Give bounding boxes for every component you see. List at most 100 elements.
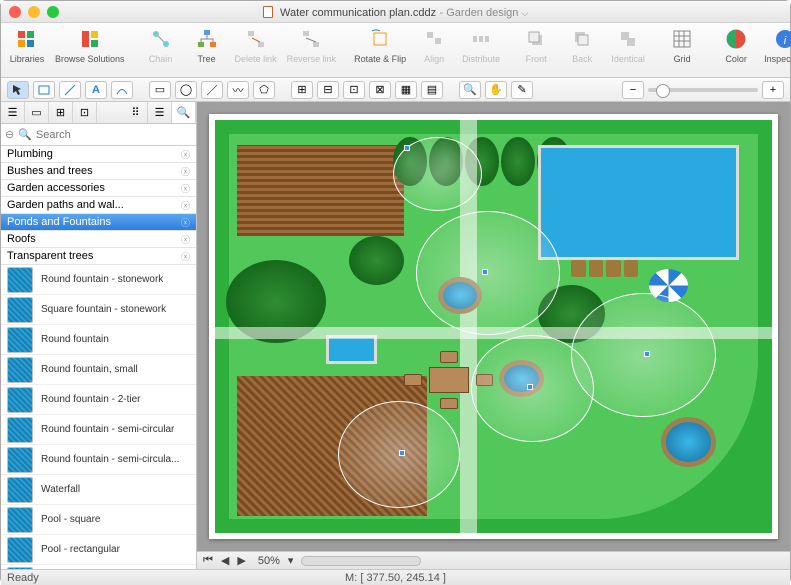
rotate-flip-button[interactable]: Rotate & Flip (354, 26, 406, 64)
shape-ellipse-tool[interactable]: ◯ (175, 81, 197, 99)
zoom-in-button[interactable]: + (762, 81, 784, 99)
category-roofs[interactable]: Roofsⓧ (1, 231, 196, 248)
library-item[interactable]: Pool - rectangular (1, 535, 196, 565)
category-close-icon[interactable]: ⓧ (181, 216, 190, 229)
text-tool[interactable]: A (85, 81, 107, 99)
category-close-icon[interactable]: ⓧ (181, 199, 190, 212)
delete-link-icon (243, 26, 269, 52)
pan-tool[interactable]: ✋ (485, 81, 507, 99)
browse-solutions-button[interactable]: Browse Solutions (55, 26, 125, 64)
library-item[interactable]: Round fountain - stonework (1, 265, 196, 295)
zoom-label[interactable]: 50% (258, 555, 280, 567)
delete-link-button[interactable]: Delete link (235, 26, 277, 64)
zoom-out-button[interactable]: − (622, 81, 644, 99)
library-thumb (7, 297, 33, 323)
library-item[interactable]: Waterfall (1, 475, 196, 505)
library-item-label: Round fountain (41, 334, 109, 345)
snap-tool-2[interactable]: ⊟ (317, 81, 339, 99)
shape-rect-tool[interactable]: ▭ (149, 81, 171, 99)
category-transparent-trees[interactable]: Transparent treesⓧ (1, 248, 196, 265)
library-item-label: Waterfall (41, 484, 80, 495)
library-item[interactable]: Round fountain, small (1, 355, 196, 385)
zoom-in-tool[interactable]: 🔍 (459, 81, 481, 99)
document-icon (263, 6, 273, 18)
library-item[interactable]: Round fountain (1, 325, 196, 355)
snap-tool-1[interactable]: ⊞ (291, 81, 313, 99)
back-icon (569, 26, 595, 52)
library-item[interactable]: Round fountain - semi-circula... (1, 445, 196, 475)
titlebar: Water communication plan.cddz - Garden d… (1, 1, 790, 23)
sidebar-tab-3[interactable]: ⊞ (49, 102, 73, 123)
search-icon: 🔍 (18, 128, 32, 141)
inspectors-button[interactable]: iInspectors (764, 26, 791, 64)
category-close-icon[interactable]: ⓧ (181, 148, 190, 161)
distribute-button[interactable]: Distribute (462, 26, 500, 64)
front-button[interactable]: Front (518, 26, 554, 64)
sidebar-tab-grid[interactable]: ⠿ (124, 102, 148, 123)
main-area: ☰ ▭ ⊞ ⊡ ⠿ ☰ 🔍 ⊖ 🔍 PlumbingⓧBushes and tr… (1, 102, 790, 569)
library-item[interactable]: Round fountain - semi-circular (1, 415, 196, 445)
drawing-canvas[interactable] (209, 114, 778, 539)
category-close-icon[interactable]: ⓧ (181, 250, 190, 263)
info-icon: i (772, 26, 791, 52)
eyedropper-tool[interactable]: ✎ (511, 81, 533, 99)
shape-line-tool[interactable]: ／ (201, 81, 223, 99)
chain-button[interactable]: Chain (143, 26, 179, 64)
sidebar-tabs: ☰ ▭ ⊞ ⊡ ⠿ ☰ 🔍 (1, 102, 196, 124)
collapse-icon[interactable]: ⊖ (5, 128, 14, 141)
category-close-icon[interactable]: ⓧ (181, 165, 190, 178)
zoom-dropdown-icon[interactable]: ▾ (288, 554, 294, 567)
status-bar: Ready M: [ 377.50, 245.14 ] (1, 569, 790, 585)
tree-button[interactable]: Tree (189, 26, 225, 64)
page-nav-first[interactable]: ⏮ (203, 554, 213, 567)
reverse-link-button[interactable]: Reverse link (287, 26, 337, 64)
snap-tool-3[interactable]: ⊡ (343, 81, 365, 99)
shape-poly-tool[interactable]: ⬠ (253, 81, 275, 99)
sidebar-tab-2[interactable]: ▭ (25, 102, 49, 123)
library-item[interactable]: Round fountain - 2-tier (1, 385, 196, 415)
libraries-button[interactable]: Libraries (9, 26, 45, 64)
category-close-icon[interactable]: ⓧ (181, 233, 190, 246)
category-garden-accessories[interactable]: Garden accessoriesⓧ (1, 180, 196, 197)
identical-button[interactable]: Identical (610, 26, 646, 64)
rect-tool[interactable] (33, 81, 55, 99)
sidebar-tab-4[interactable]: ⊡ (73, 102, 97, 123)
library-item[interactable]: Pool - square (1, 505, 196, 535)
snap-tool-4[interactable]: ⊠ (369, 81, 391, 99)
pointer-tool[interactable] (7, 81, 29, 99)
library-item[interactable]: Square fountain - stonework (1, 295, 196, 325)
chain-icon (148, 26, 174, 52)
sidebar-tab-list[interactable]: ☰ (148, 102, 172, 123)
category-garden-paths-and-wal-[interactable]: Garden paths and wal...ⓧ (1, 197, 196, 214)
sidebar-tab-1[interactable]: ☰ (1, 102, 25, 123)
library-thumb (7, 447, 33, 473)
snap-tool-6[interactable]: ▤ (421, 81, 443, 99)
sidebar-tab-search[interactable]: 🔍 (172, 102, 196, 123)
category-plumbing[interactable]: Plumbingⓧ (1, 146, 196, 163)
horizontal-scrollbar[interactable] (301, 556, 421, 566)
snap-tool-5[interactable]: ▦ (395, 81, 417, 99)
page-nav-next[interactable]: ▶ (237, 554, 245, 567)
page-nav-prev[interactable]: ◀ (221, 554, 229, 567)
connector-tool[interactable] (111, 81, 133, 99)
category-ponds-and-fountains[interactable]: Ponds and Fountainsⓧ (1, 214, 196, 231)
zoom-slider[interactable] (648, 88, 758, 92)
zoom-window-button[interactable] (47, 6, 59, 18)
back-button[interactable]: Back (564, 26, 600, 64)
library-list[interactable]: Round fountain - stoneworkSquare fountai… (1, 265, 196, 569)
identical-icon (615, 26, 641, 52)
search-input[interactable] (36, 129, 192, 141)
filename-label: Water communication plan.cddz (280, 7, 436, 19)
category-close-icon[interactable]: ⓧ (181, 182, 190, 195)
align-button[interactable]: Align (416, 26, 452, 64)
minimize-window-button[interactable] (28, 6, 40, 18)
close-window-button[interactable] (9, 6, 21, 18)
shape-curve-tool[interactable]: 〰 (227, 81, 249, 99)
color-button[interactable]: Color (718, 26, 754, 64)
main-toolbar: Libraries Browse Solutions Chain Tree De… (1, 23, 790, 78)
library-item-label: Round fountain - semi-circula... (41, 454, 179, 465)
line-tool[interactable] (59, 81, 81, 99)
mouse-coords: M: [ 377.50, 245.14 ] (1, 572, 790, 584)
category-bushes-and-trees[interactable]: Bushes and treesⓧ (1, 163, 196, 180)
grid-button[interactable]: Grid (664, 26, 700, 64)
